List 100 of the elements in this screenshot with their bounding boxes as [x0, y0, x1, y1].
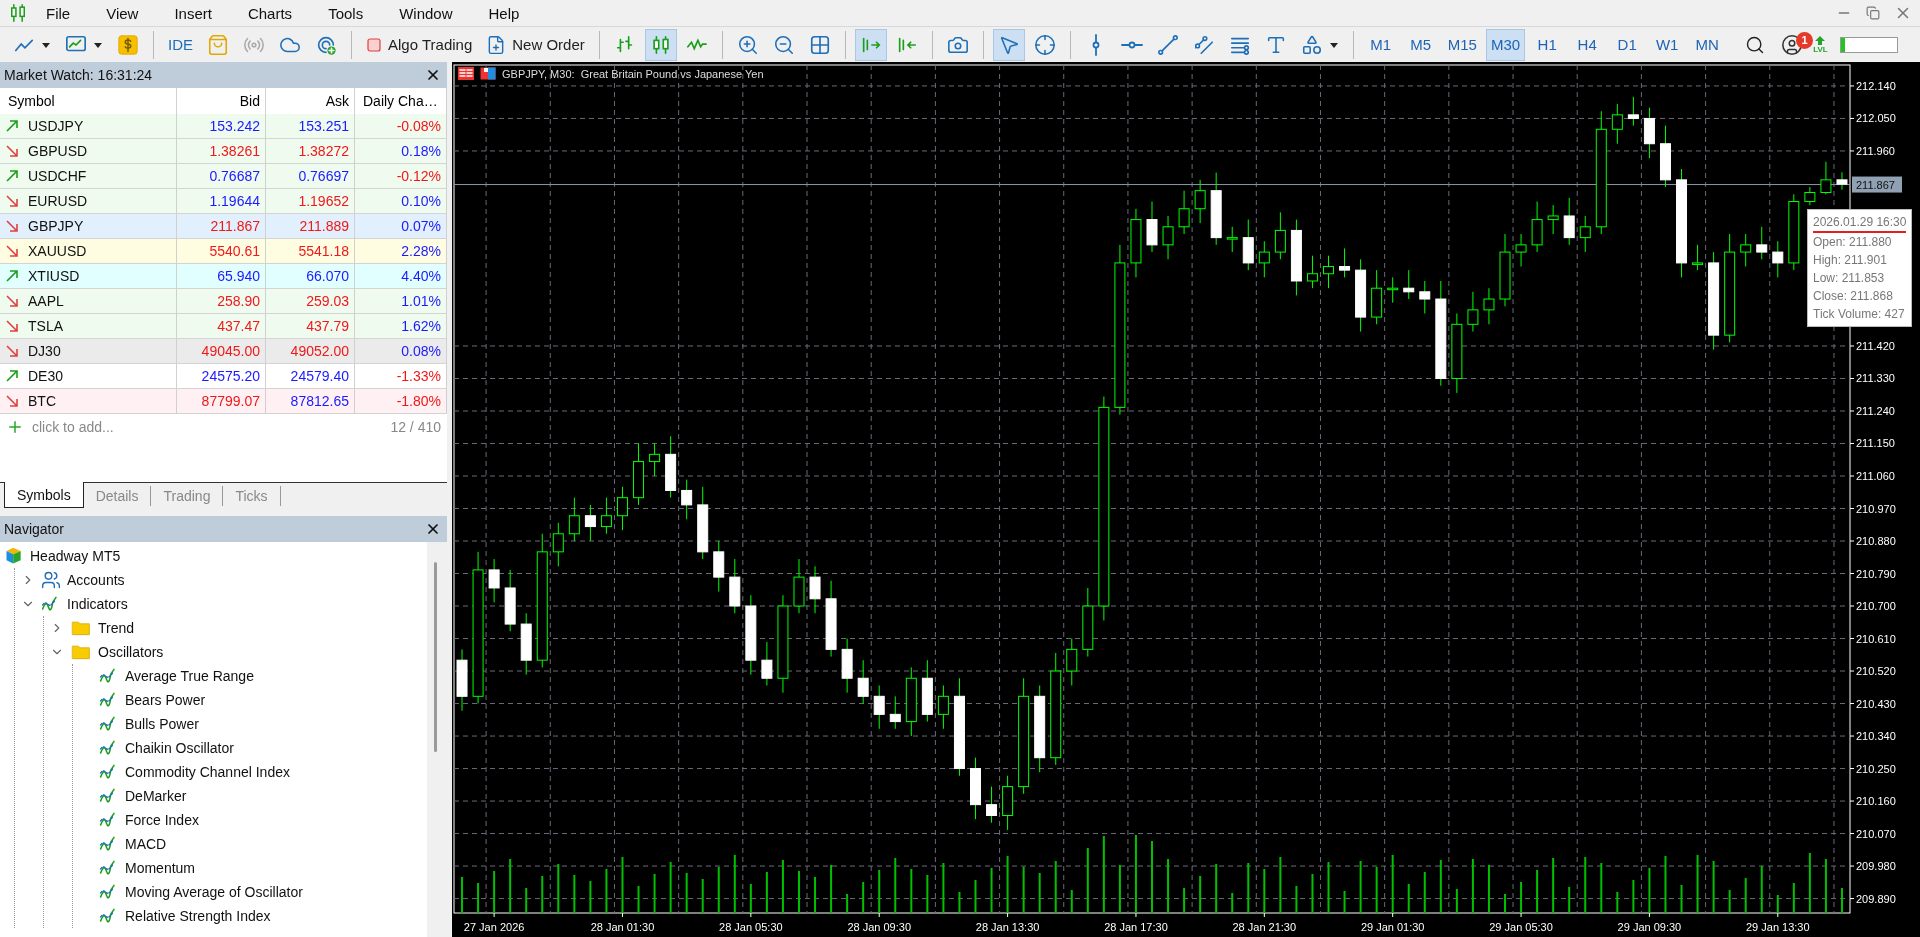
grid-icon [808, 33, 831, 56]
tree-item[interactable]: Chaikin Oscillator [125, 740, 234, 756]
ask-cell: 49052.00 [266, 339, 355, 364]
vertical-line-icon [1091, 33, 1100, 56]
bid-cell: 65.940 [177, 264, 266, 289]
restore-icon[interactable] [1866, 6, 1880, 20]
time-axis-label: 28 Jan 05:30 [719, 921, 783, 933]
candle [1403, 269, 1415, 300]
candle [841, 638, 853, 694]
tree-item[interactable]: Force Index [125, 812, 199, 828]
tooltip-line: Close: 211.868 [1813, 288, 1894, 305]
tree-item[interactable]: MACD [125, 836, 167, 852]
candle [986, 786, 998, 824]
bid-cell: 258.90 [177, 289, 266, 314]
candle [1146, 201, 1158, 253]
candle [1643, 107, 1655, 159]
ask-cell: 1.19652 [266, 189, 355, 214]
timeframe-button[interactable]: W1 [1649, 28, 1686, 61]
symbol-name: TSLA [28, 318, 63, 334]
candle [1467, 291, 1479, 333]
scrollbar-thumb[interactable] [434, 562, 437, 752]
change-cell: -1.80% [355, 389, 447, 414]
candle [905, 666, 917, 737]
time-axis-label: 28 Jan 17:30 [1104, 921, 1168, 933]
ask-cell: 211.889 [266, 214, 355, 239]
change-cell: 1.62% [355, 314, 447, 339]
tree-item[interactable]: Bulls Power [125, 716, 199, 732]
candle [1804, 186, 1816, 206]
add-symbol-link[interactable]: click to add... [32, 418, 114, 435]
candle [793, 558, 805, 614]
time-axis-label: 28 Jan 01:30 [590, 921, 655, 933]
tree-item[interactable]: Oscillators [98, 644, 164, 660]
tree-item[interactable]: Commodity Channel Index [125, 764, 290, 780]
menu-item[interactable]: Insert [156, 4, 230, 22]
symbol-name: DE30 [28, 368, 64, 384]
price-axis-label: 211.240 [1856, 405, 1895, 417]
price-axis-label: 211.420 [1856, 340, 1895, 352]
algo-trading-button[interactable]: Algo Trading [361, 28, 478, 61]
ask-cell: 0.76697 [266, 164, 355, 189]
accounts-icon [41, 570, 61, 590]
tooltip-line: Tick Volume: 427 [1813, 306, 1906, 323]
tree-item[interactable]: Average True Range [125, 668, 254, 684]
candle [729, 558, 741, 614]
ask-cell: 1.38272 [266, 139, 355, 164]
chart-type-button[interactable] [644, 28, 677, 61]
price-axis-label: 211.060 [1856, 470, 1895, 482]
candle [552, 522, 564, 567]
menu-item[interactable]: View [88, 4, 157, 22]
candle [1323, 255, 1334, 289]
panel-title: Navigator [4, 521, 64, 537]
candle [1692, 244, 1704, 271]
menu-item[interactable]: File [28, 4, 89, 22]
tree-item[interactable]: Indicators [67, 596, 128, 612]
ask-cell: 259.03 [266, 289, 355, 314]
candle [1579, 215, 1591, 253]
panel-tab[interactable]: Symbols [4, 482, 84, 508]
bid-cell: 153.242 [177, 114, 266, 139]
tree-item[interactable]: Trend [98, 620, 135, 636]
timeframe-button[interactable]: M5 [1402, 28, 1439, 61]
ide-button[interactable]: IDE [163, 28, 198, 61]
time-axis-label: 28 Jan 13:30 [975, 921, 1040, 933]
tree-item[interactable]: Relative Strength Index [125, 908, 271, 924]
time-axis-label: 28 Jan 21:30 [1232, 921, 1297, 933]
candle [1082, 587, 1094, 658]
timeframe-button[interactable]: MN [1689, 28, 1726, 61]
logo-icon [4, 546, 24, 566]
close-icon[interactable] [425, 521, 441, 537]
drawing-tool-button[interactable] [992, 28, 1025, 61]
timeframe-button[interactable]: D1 [1609, 28, 1646, 61]
shapes-icon [1300, 33, 1323, 56]
menu-item[interactable]: Tools [310, 4, 382, 22]
candle [1836, 171, 1848, 191]
candle [1274, 211, 1286, 260]
price-axis-label: 211.330 [1856, 372, 1895, 385]
symbol-name: AAPL [28, 293, 64, 309]
ref-line-label: 211.867 [1856, 178, 1895, 191]
tree-item[interactable]: Moving Average of Oscillator [125, 884, 303, 900]
menu-item[interactable]: Window [381, 4, 471, 22]
menu-item[interactable]: Help [470, 4, 538, 22]
candle [633, 443, 645, 506]
candle [761, 641, 773, 686]
candle [921, 659, 933, 723]
tree-item[interactable]: Accounts [67, 572, 125, 588]
menu-item[interactable]: Charts [229, 4, 311, 22]
timeframe-button[interactable]: M30 [1485, 28, 1526, 61]
bid-cell: 1.19644 [177, 189, 266, 214]
tree-item[interactable]: Bears Power [125, 692, 206, 708]
candle [873, 684, 885, 730]
tree-item[interactable]: DeMarker [125, 788, 187, 804]
close-icon[interactable] [425, 67, 441, 83]
candle [1659, 125, 1671, 188]
timeframe-button[interactable]: H1 [1529, 28, 1566, 61]
timeframe-button[interactable]: M15 [1442, 28, 1482, 61]
new-order-button[interactable]: New Order [481, 28, 590, 61]
time-axis-label: 29 Jan 05:30 [1489, 921, 1553, 933]
timeframe-button[interactable]: H4 [1569, 28, 1606, 61]
timeframe-button[interactable]: M1 [1362, 28, 1399, 61]
tree-item[interactable]: Momentum [125, 860, 196, 876]
autoscroll-button[interactable] [854, 28, 887, 61]
tree-item[interactable]: Headway MT5 [30, 548, 121, 564]
